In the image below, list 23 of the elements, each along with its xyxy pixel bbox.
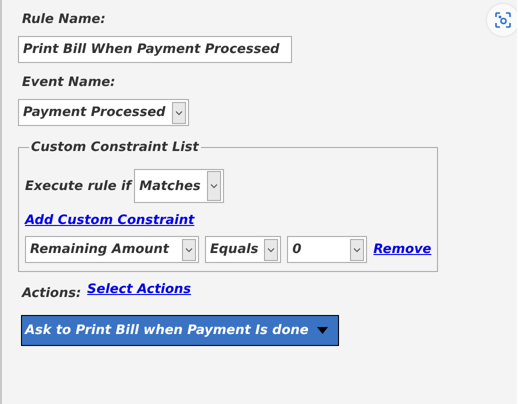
caret-icon <box>182 238 196 260</box>
add-constraint-link[interactable]: Add Custom Constraint <box>25 213 194 228</box>
caret-icon <box>264 238 278 260</box>
field-select[interactable]: Remaining Amount <box>25 236 199 263</box>
caret-icon <box>172 102 186 124</box>
remove-link[interactable]: Remove <box>373 242 432 257</box>
caret-icon <box>316 327 328 334</box>
action-dropdown[interactable]: Ask to Print Bill when Payment Is done <box>21 315 339 346</box>
operator-select[interactable]: Equals <box>205 236 282 263</box>
caret-icon <box>350 238 364 260</box>
select-actions-link[interactable]: Select Actions <box>87 282 192 297</box>
rule-name-field[interactable]: Print Bill When Payment Processed <box>18 36 292 63</box>
value-select[interactable]: 0 <box>287 236 368 263</box>
actions-label: Actions: <box>22 286 82 301</box>
constraint-legend: Custom Constraint List <box>29 140 201 155</box>
capture-button[interactable] <box>487 4 517 36</box>
rule-name-label: Rule Name: <box>22 11 106 29</box>
capture-icon <box>494 11 512 29</box>
event-name-label: Event Name: <box>22 74 116 92</box>
execute-label: Execute rule if <box>25 178 132 194</box>
match-select[interactable]: Matches <box>134 169 224 203</box>
event-select[interactable]: Payment Processed <box>18 99 188 126</box>
caret-icon <box>206 171 221 201</box>
